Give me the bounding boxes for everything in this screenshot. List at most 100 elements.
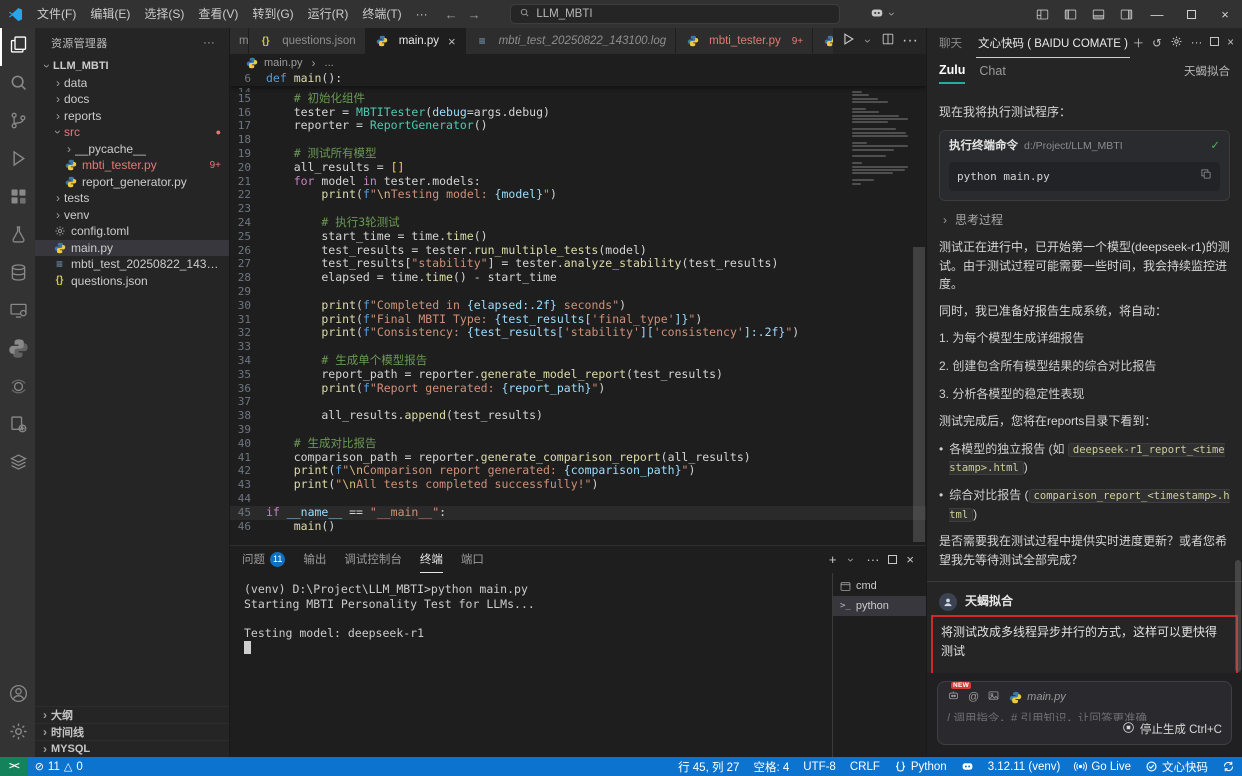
code-line[interactable]: 28 elapsed = time.time() - start_time [230, 271, 926, 285]
status-UTF-8[interactable]: UTF-8 [796, 757, 843, 776]
tree-item-LLM_MBTI[interactable]: ›LLM_MBTI [35, 58, 229, 75]
panel-tab-端口[interactable]: 端口 [461, 546, 484, 573]
maximize-panel-icon[interactable] [888, 552, 897, 567]
tree-item-tests[interactable]: ›tests [35, 190, 229, 207]
code-line[interactable]: 20 all_results = [] [230, 161, 926, 175]
editor-tab-report_generator.p[interactable]: report_generator.p [813, 28, 833, 54]
code-line[interactable]: 18 [230, 133, 926, 147]
terminal-command-card[interactable]: 执行终端命令 d:/Project/LLM_MBTI ✓ python main… [939, 130, 1230, 202]
code-line[interactable]: 46 main() [230, 520, 926, 534]
account-name[interactable]: 天蝎拟合 [1184, 63, 1230, 79]
status-sync[interactable] [1215, 757, 1242, 776]
back-icon[interactable]: ← [445, 7, 458, 22]
code-line[interactable]: 23 [230, 202, 926, 216]
panel-tab-调试控制台[interactable]: 调试控制台 [344, 546, 402, 573]
activity-layers[interactable] [0, 446, 35, 484]
code-line[interactable]: 41 comparison_path = reporter.generate_c… [230, 451, 926, 465]
tree-item-report_generator.py[interactable]: report_generator.py [35, 174, 229, 191]
terminal-dropdown-icon[interactable]: › [844, 554, 858, 566]
toggle-sidebar-icon[interactable] [1056, 0, 1084, 28]
code-line[interactable]: 22 print(f"\nTesting model: {model}") [230, 188, 926, 202]
status-3.12.11 (venv)[interactable]: 3.12.11 (venv) [981, 757, 1068, 776]
activity-source-control[interactable] [0, 104, 35, 142]
activity-ai-tools[interactable] [0, 408, 35, 446]
menu-item[interactable]: ··· [409, 4, 435, 24]
code-line[interactable]: 30 print(f"Completed in {elapsed:.2f} se… [230, 299, 926, 313]
menu-item[interactable]: 运行(R) [301, 4, 356, 24]
sidebar-section-时间线[interactable]: ›时间线 [35, 723, 229, 740]
tree-item-mbti_tester.py[interactable]: mbti_tester.py9+ [35, 157, 229, 174]
status-Python[interactable]: Python [887, 757, 954, 776]
code-line[interactable]: 31 print(f"Final MBTI Type: {test_result… [230, 313, 926, 327]
problems-indicator[interactable]: ⊘ 11 △ 0 [28, 757, 90, 776]
status-文心快码[interactable]: 文心快码 [1138, 757, 1215, 776]
thinking-toggle[interactable]: ›思考过程 [939, 211, 1230, 230]
editor-tab-mbti_test_20250822_143100.log[interactable]: ≡mbti_test_20250822_143100.log [466, 28, 677, 54]
tree-item-main.py[interactable]: main.py [35, 240, 229, 257]
tree-item-mbti_test_20250822_143100.log[interactable]: ≡mbti_test_20250822_143100.log [35, 256, 229, 273]
activity-jupyter[interactable] [0, 370, 35, 408]
close-button[interactable]: × [1208, 0, 1242, 28]
tree-item-reports[interactable]: ›reports [35, 108, 229, 125]
chat-scrollbar[interactable] [1235, 560, 1241, 672]
menu-item[interactable]: 编辑(E) [83, 4, 137, 24]
tree-item-src[interactable]: ›src● [35, 124, 229, 141]
status-空格: 4[interactable]: 空格: 4 [746, 757, 796, 776]
panel-tab-问题[interactable]: 问题11 [242, 546, 285, 573]
breadcrumb-file[interactable]: main.py [264, 57, 303, 69]
panel-tab-终端[interactable]: 终端 [420, 546, 443, 573]
tab-zulu[interactable]: Zulu [939, 58, 965, 84]
code-line[interactable]: 39 [230, 423, 926, 437]
terminal-session-cmd[interactable]: cmd [833, 576, 926, 596]
code-line[interactable]: 16 tester = MBTITester(debug=args.debug) [230, 106, 926, 120]
code-line[interactable]: 33 [230, 340, 926, 354]
code-line[interactable]: 37 [230, 395, 926, 409]
code-line[interactable]: 26 test_results = tester.run_multiple_te… [230, 244, 926, 258]
status-copilot[interactable] [954, 757, 981, 776]
tree-item-questions.json[interactable]: {}questions.json [35, 273, 229, 290]
customize-layout-icon[interactable] [1028, 0, 1056, 28]
menu-item[interactable]: 查看(V) [191, 4, 245, 24]
tree-item-__pycache__[interactable]: ›__pycache__ [35, 141, 229, 158]
close-comate-icon[interactable]: × [1227, 37, 1234, 49]
code-line[interactable]: 43 print("\nAll tests completed successf… [230, 478, 926, 492]
tree-item-config.toml[interactable]: config.toml [35, 223, 229, 240]
activity-account[interactable] [0, 677, 35, 715]
code-editor[interactable]: 6def main(): 1415 # 初始化组件16 tester = MBT… [230, 72, 926, 545]
code-line[interactable]: 40 # 生成对比报告 [230, 437, 926, 451]
sidebar-section-大纲[interactable]: ›大纲 [35, 706, 229, 723]
code-line[interactable]: 34 # 生成单个模型报告 [230, 354, 926, 368]
copilot-menu[interactable]: › [870, 6, 898, 23]
expand-panel-icon[interactable] [1210, 37, 1219, 49]
code-line[interactable]: 44 [230, 492, 926, 506]
tree-item-docs[interactable]: ›docs [35, 91, 229, 108]
editor-tab-main.py[interactable]: main.py× [366, 28, 466, 54]
agent-mode-icon[interactable]: NEW [947, 689, 960, 705]
activity-testing[interactable] [0, 218, 35, 256]
panel-more-icon[interactable]: ··· [866, 552, 879, 567]
activity-settings[interactable] [0, 715, 35, 753]
activity-extensions[interactable] [0, 180, 35, 218]
toggle-panel-icon[interactable] [1084, 0, 1112, 28]
minimap[interactable] [852, 74, 910, 186]
code-line[interactable]: 32 print(f"Consistency: {test_results['s… [230, 326, 926, 340]
code-line[interactable]: 24 # 执行3轮测试 [230, 216, 926, 230]
status-CRLF[interactable]: CRLF [843, 757, 887, 776]
code-line[interactable]: 15 # 初始化组件 [230, 92, 926, 106]
breadcrumb-rest[interactable]: ... [325, 57, 334, 69]
tree-item-venv[interactable]: ›venv [35, 207, 229, 224]
history-icon[interactable]: ↺ [1152, 36, 1162, 50]
tab-chat[interactable]: Chat [979, 58, 1005, 84]
code-line[interactable]: 29 [230, 285, 926, 299]
forward-icon[interactable]: → [468, 7, 481, 22]
chat-tab-left[interactable]: 聊天 [939, 35, 962, 51]
editor-tab-questions.json[interactable]: {}questions.json [249, 28, 366, 54]
editor-scrollbar[interactable] [912, 72, 926, 545]
comate-more-icon[interactable]: ··· [1191, 37, 1203, 49]
tree-item-data[interactable]: ›data [35, 75, 229, 92]
editor-tab-mbti_tester.py[interactable]: mbti_tester.py9+ [676, 28, 813, 54]
chat-conversation[interactable]: ›思考过程 现在我将执行测试程序： 执行终端命令 d:/Project/LLM_… [927, 84, 1242, 673]
split-editor-icon[interactable] [881, 32, 895, 51]
code-line[interactable]: 35 report_path = reporter.generate_model… [230, 368, 926, 382]
remote-indicator[interactable]: >< [0, 757, 28, 776]
